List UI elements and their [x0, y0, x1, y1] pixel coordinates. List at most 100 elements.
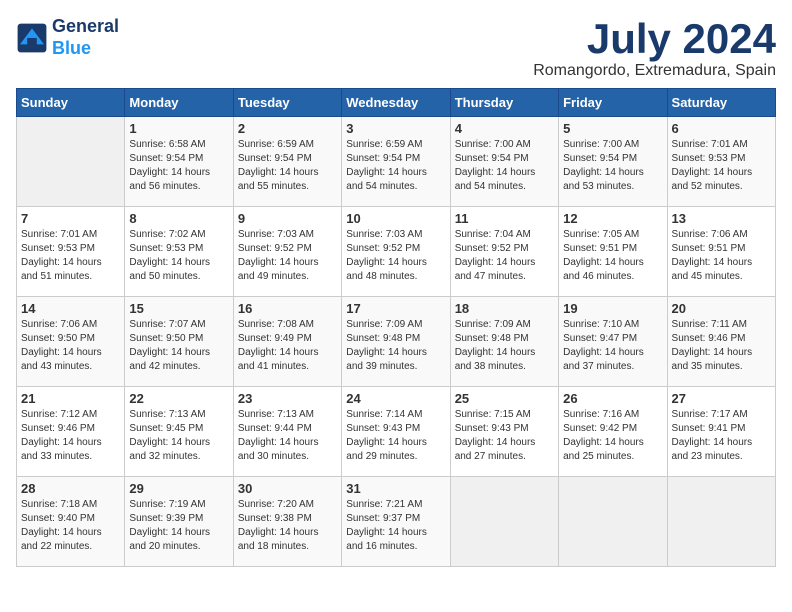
calendar-cell: 16 Sunrise: 7:08 AMSunset: 9:49 PMDayligh… — [233, 297, 341, 387]
day-info: Sunrise: 7:07 AMSunset: 9:50 PMDaylight:… — [129, 318, 228, 374]
calendar-cell: 6 Sunrise: 7:01 AMSunset: 9:53 PMDaylight… — [667, 117, 775, 207]
day-number: 28 — [21, 481, 120, 496]
day-info: Sunrise: 7:02 AMSunset: 9:53 PMDaylight:… — [129, 228, 228, 284]
calendar-cell: 11 Sunrise: 7:04 AMSunset: 9:52 PMDayligh… — [450, 207, 558, 297]
calendar-cell — [450, 477, 558, 567]
day-info: Sunrise: 6:59 AMSunset: 9:54 PMDaylight:… — [346, 138, 445, 194]
day-info: Sunrise: 7:05 AMSunset: 9:51 PMDaylight:… — [563, 228, 662, 284]
calendar-week-row: 21 Sunrise: 7:12 AMSunset: 9:46 PMDayligh… — [17, 387, 776, 477]
day-number: 24 — [346, 391, 445, 406]
logo: General Blue — [16, 16, 119, 59]
day-of-week-header: Friday — [559, 89, 667, 117]
day-info: Sunrise: 7:01 AMSunset: 9:53 PMDaylight:… — [672, 138, 771, 194]
calendar-cell: 15 Sunrise: 7:07 AMSunset: 9:50 PMDayligh… — [125, 297, 233, 387]
day-number: 6 — [672, 121, 771, 136]
day-number: 5 — [563, 121, 662, 136]
day-of-week-header: Wednesday — [342, 89, 450, 117]
day-number: 11 — [455, 211, 554, 226]
day-number: 9 — [238, 211, 337, 226]
day-number: 14 — [21, 301, 120, 316]
day-number: 18 — [455, 301, 554, 316]
day-info: Sunrise: 7:06 AMSunset: 9:51 PMDaylight:… — [672, 228, 771, 284]
day-number: 22 — [129, 391, 228, 406]
day-number: 13 — [672, 211, 771, 226]
day-info: Sunrise: 7:15 AMSunset: 9:43 PMDaylight:… — [455, 408, 554, 464]
calendar-cell: 17Sunrise: 7:09 AMSunset: 9:48 PMDayligh… — [342, 297, 450, 387]
day-number: 8 — [129, 211, 228, 226]
month-title: July 2024 — [533, 16, 776, 62]
day-number: 16 — [238, 301, 337, 316]
calendar-cell: 9Sunrise: 7:03 AMSunset: 9:52 PMDaylight… — [233, 207, 341, 297]
day-of-week-header: Sunday — [17, 89, 125, 117]
day-number: 21 — [21, 391, 120, 406]
day-number: 15 — [129, 301, 228, 316]
day-info: Sunrise: 7:04 AMSunset: 9:52 PMDaylight:… — [455, 228, 554, 284]
page-header: General Blue July 2024 Romangordo, Extre… — [16, 16, 776, 80]
day-info: Sunrise: 7:11 AMSunset: 9:46 PMDaylight:… — [672, 318, 771, 374]
calendar-cell: 28 Sunrise: 7:18 AMSunset: 9:40 PMDayligh… — [17, 477, 125, 567]
day-number: 31 — [346, 481, 445, 496]
calendar-cell: 13 Sunrise: 7:06 AMSunset: 9:51 PMDayligh… — [667, 207, 775, 297]
day-of-week-header: Tuesday — [233, 89, 341, 117]
calendar-cell: 14 Sunrise: 7:06 AMSunset: 9:50 PMDayligh… — [17, 297, 125, 387]
day-info: Sunrise: 7:13 AMSunset: 9:45 PMDaylight:… — [129, 408, 228, 464]
day-info: Sunrise: 7:09 AMSunset: 9:48 PMDaylight:… — [455, 318, 554, 374]
calendar-cell — [667, 477, 775, 567]
calendar-week-row: 1 Sunrise: 6:58 AMSunset: 9:54 PMDaylight… — [17, 117, 776, 207]
day-info: Sunrise: 7:08 AMSunset: 9:49 PMDaylight:… — [238, 318, 337, 374]
calendar-cell: 7 Sunrise: 7:01 AMSunset: 9:53 PMDaylight… — [17, 207, 125, 297]
location-title: Romangordo, Extremadura, Spain — [533, 62, 776, 80]
day-number: 1 — [129, 121, 228, 136]
day-info: Sunrise: 7:21 AMSunset: 9:37 PMDaylight:… — [346, 498, 445, 554]
calendar-cell: 2Sunrise: 6:59 AMSunset: 9:54 PMDaylight… — [233, 117, 341, 207]
calendar-cell: 21 Sunrise: 7:12 AMSunset: 9:46 PMDayligh… — [17, 387, 125, 477]
day-info: Sunrise: 7:17 AMSunset: 9:41 PMDaylight:… — [672, 408, 771, 464]
day-of-week-header: Thursday — [450, 89, 558, 117]
day-of-week-header: Saturday — [667, 89, 775, 117]
calendar-cell: 5Sunrise: 7:00 AMSunset: 9:54 PMDaylight… — [559, 117, 667, 207]
day-number: 27 — [672, 391, 771, 406]
day-number: 3 — [346, 121, 445, 136]
calendar-cell: 12 Sunrise: 7:05 AMSunset: 9:51 PMDayligh… — [559, 207, 667, 297]
calendar-cell: 4Sunrise: 7:00 AMSunset: 9:54 PMDaylight… — [450, 117, 558, 207]
calendar-cell: 24 Sunrise: 7:14 AMSunset: 9:43 PMDayligh… — [342, 387, 450, 477]
day-info: Sunrise: 7:18 AMSunset: 9:40 PMDaylight:… — [21, 498, 120, 554]
calendar-table: SundayMondayTuesdayWednesdayThursdayFrid… — [16, 88, 776, 567]
day-info: Sunrise: 7:06 AMSunset: 9:50 PMDaylight:… — [21, 318, 120, 374]
day-info: Sunrise: 7:20 AMSunset: 9:38 PMDaylight:… — [238, 498, 337, 554]
day-number: 4 — [455, 121, 554, 136]
day-info: Sunrise: 7:12 AMSunset: 9:46 PMDaylight:… — [21, 408, 120, 464]
day-info: Sunrise: 6:59 AMSunset: 9:54 PMDaylight:… — [238, 138, 337, 194]
day-number: 29 — [129, 481, 228, 496]
day-info: Sunrise: 7:13 AMSunset: 9:44 PMDaylight:… — [238, 408, 337, 464]
calendar-cell — [17, 117, 125, 207]
calendar-header-row: SundayMondayTuesdayWednesdayThursdayFrid… — [17, 89, 776, 117]
day-number: 25 — [455, 391, 554, 406]
calendar-cell: 26Sunrise: 7:16 AMSunset: 9:42 PMDayligh… — [559, 387, 667, 477]
calendar-cell: 10Sunrise: 7:03 AMSunset: 9:52 PMDayligh… — [342, 207, 450, 297]
day-number: 7 — [21, 211, 120, 226]
day-info: Sunrise: 7:01 AMSunset: 9:53 PMDaylight:… — [21, 228, 120, 284]
calendar-cell: 19 Sunrise: 7:10 AMSunset: 9:47 PMDayligh… — [559, 297, 667, 387]
calendar-cell: 8 Sunrise: 7:02 AMSunset: 9:53 PMDaylight… — [125, 207, 233, 297]
day-number: 12 — [563, 211, 662, 226]
day-info: Sunrise: 7:10 AMSunset: 9:47 PMDaylight:… — [563, 318, 662, 374]
day-info: Sunrise: 7:03 AMSunset: 9:52 PMDaylight:… — [346, 228, 445, 284]
calendar-week-row: 14 Sunrise: 7:06 AMSunset: 9:50 PMDayligh… — [17, 297, 776, 387]
calendar-cell: 1 Sunrise: 6:58 AMSunset: 9:54 PMDaylight… — [125, 117, 233, 207]
calendar-cell: 20Sunrise: 7:11 AMSunset: 9:46 PMDayligh… — [667, 297, 775, 387]
day-number: 19 — [563, 301, 662, 316]
day-info: Sunrise: 6:58 AMSunset: 9:54 PMDaylight:… — [129, 138, 228, 194]
day-info: Sunrise: 7:14 AMSunset: 9:43 PMDaylight:… — [346, 408, 445, 464]
logo-icon — [16, 22, 48, 54]
calendar-cell: 31 Sunrise: 7:21 AMSunset: 9:37 PMDayligh… — [342, 477, 450, 567]
day-info: Sunrise: 7:09 AMSunset: 9:48 PMDaylight:… — [346, 318, 445, 374]
calendar-cell: 18 Sunrise: 7:09 AMSunset: 9:48 PMDayligh… — [450, 297, 558, 387]
calendar-body: 1 Sunrise: 6:58 AMSunset: 9:54 PMDaylight… — [17, 117, 776, 567]
calendar-week-row: 28 Sunrise: 7:18 AMSunset: 9:40 PMDayligh… — [17, 477, 776, 567]
day-number: 30 — [238, 481, 337, 496]
calendar-cell: 23Sunrise: 7:13 AMSunset: 9:44 PMDayligh… — [233, 387, 341, 477]
calendar-week-row: 7 Sunrise: 7:01 AMSunset: 9:53 PMDaylight… — [17, 207, 776, 297]
logo-text: General Blue — [52, 16, 119, 59]
calendar-cell: 3 Sunrise: 6:59 AMSunset: 9:54 PMDaylight… — [342, 117, 450, 207]
